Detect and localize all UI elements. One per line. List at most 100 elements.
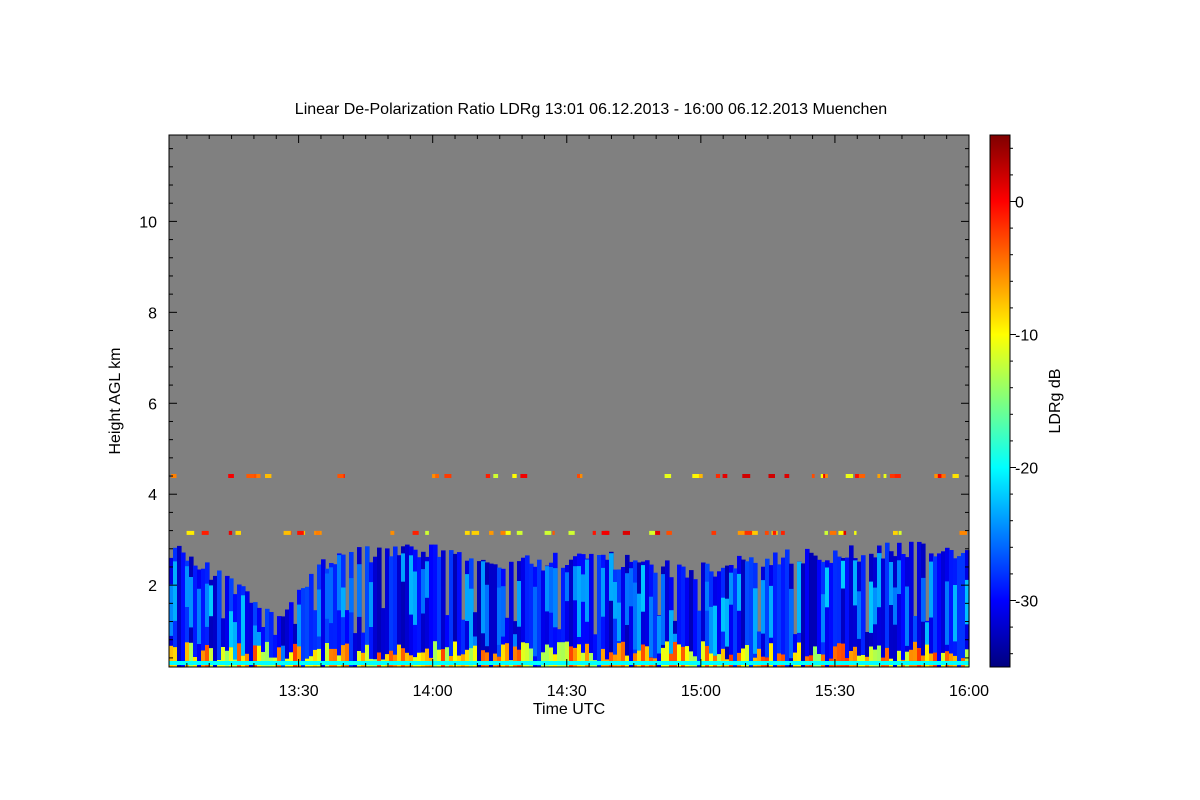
cloud-streak xyxy=(573,566,578,601)
y-axis-label: Height AGL km xyxy=(107,347,124,454)
speckle-point xyxy=(811,474,815,478)
speckle-point xyxy=(235,530,241,535)
speckle-point xyxy=(959,530,967,535)
colorbar: 0 -10 -20 -30 LDRg dB xyxy=(989,134,1064,668)
cloud-streak xyxy=(877,553,882,608)
speckle-point xyxy=(265,474,272,478)
cloud-column xyxy=(605,559,610,667)
speckle-point xyxy=(666,530,672,535)
cloud-streak xyxy=(897,560,902,594)
speckle-point xyxy=(544,530,552,535)
cloud-streak xyxy=(189,577,194,628)
speckle-point xyxy=(444,474,452,478)
surface-layer xyxy=(553,654,558,667)
speckle-point xyxy=(649,530,656,535)
colorbar-tick-label: -30 xyxy=(1015,594,1038,611)
y-tick-label: 2 xyxy=(148,578,157,595)
cloud-streak xyxy=(409,555,414,615)
x-tick-label: 16:00 xyxy=(949,683,989,700)
cloud-streak xyxy=(629,568,634,607)
cloud-column xyxy=(489,563,494,667)
speckle-point xyxy=(829,530,837,535)
chart-title: Linear De-Polarization Ratio LDRg 13:01 … xyxy=(295,101,887,118)
cloud-streak xyxy=(545,566,550,612)
cloud-streak xyxy=(641,565,646,612)
cloud-column xyxy=(377,547,382,667)
cloud-streak xyxy=(553,568,558,628)
cloud-streak xyxy=(497,587,502,645)
cloud-column xyxy=(801,563,806,667)
speckle-point xyxy=(485,474,491,478)
cloud-streak xyxy=(465,574,470,621)
surface-layer xyxy=(729,654,734,667)
cloud-streak xyxy=(609,553,614,601)
colorbar-label: LDRg dB xyxy=(1047,369,1064,434)
speckle-point xyxy=(432,474,436,478)
cloud-column xyxy=(733,568,738,667)
cloud-streak xyxy=(185,566,190,607)
speckle-point xyxy=(845,474,854,478)
speckle-point xyxy=(297,530,304,535)
cloud-streak xyxy=(337,555,342,611)
cloud-column xyxy=(765,558,770,667)
cloud-streak xyxy=(753,588,758,654)
cloud-streak xyxy=(517,581,522,627)
cloud-column xyxy=(477,561,482,667)
cloud-streak xyxy=(549,567,554,613)
x-tick-label: 14:30 xyxy=(547,683,587,700)
speckle-point xyxy=(825,474,828,478)
cloud-streak xyxy=(737,573,742,611)
cloud-streak xyxy=(341,587,346,618)
cloud-streak xyxy=(789,588,794,659)
speckle-point xyxy=(228,530,233,535)
cloud-column xyxy=(193,565,198,667)
speckle-point xyxy=(742,474,751,478)
cloud-streak xyxy=(533,586,538,657)
y-tick-label: 4 xyxy=(148,487,157,504)
colorbar-gradient xyxy=(989,134,1011,668)
x-tick-label: 13:30 xyxy=(279,683,319,700)
cloud-column xyxy=(717,571,722,667)
cloud-column xyxy=(381,608,386,667)
cloud-streak xyxy=(633,582,638,650)
cloud-column xyxy=(309,573,314,667)
speckle-point xyxy=(737,530,745,535)
speckle-point xyxy=(781,530,785,535)
cloud-streak xyxy=(349,578,354,613)
cloud-streak xyxy=(205,583,210,627)
cloud-column xyxy=(389,556,394,667)
cloud-streak xyxy=(713,605,718,658)
cloud-streak xyxy=(869,581,874,633)
cloud-streak xyxy=(401,553,406,582)
cloud-streak xyxy=(729,572,734,605)
surface-layer xyxy=(461,654,466,667)
speckle-point xyxy=(516,530,523,535)
cloud-column xyxy=(597,555,602,667)
speckle-point xyxy=(412,530,419,535)
speckle-point xyxy=(772,530,777,535)
cloud-streak xyxy=(229,611,234,647)
cloud-streak xyxy=(169,584,174,636)
speckle-point xyxy=(722,474,728,478)
cloud-column xyxy=(845,557,850,667)
speckle-point xyxy=(768,474,775,478)
cloud-column xyxy=(961,553,966,667)
colorbar-tick-label: 0 xyxy=(1015,195,1024,212)
cloud-column xyxy=(653,572,658,667)
cloud-streak xyxy=(661,574,666,645)
cloud-streak xyxy=(209,585,214,617)
speckle-point xyxy=(855,474,859,478)
cloud-streak xyxy=(905,586,910,646)
speckle-point xyxy=(493,474,499,478)
speckle-point xyxy=(877,474,881,478)
cloud-column xyxy=(805,548,810,667)
surface-layer xyxy=(385,654,390,667)
cloud-column xyxy=(697,610,702,667)
cloud-column xyxy=(849,545,854,667)
surface-layer xyxy=(245,653,250,667)
cloud-column xyxy=(901,554,906,667)
colorbar-tick-label: -10 xyxy=(1015,328,1038,345)
speckle-point xyxy=(692,474,699,478)
cloud-streak xyxy=(893,587,898,625)
speckle-point xyxy=(941,474,946,478)
